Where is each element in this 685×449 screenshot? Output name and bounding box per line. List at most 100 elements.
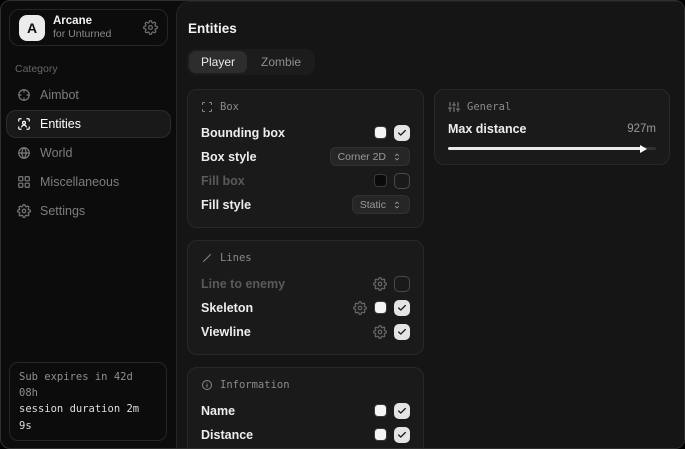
diagonal-line-icon [201, 252, 213, 264]
fill-style-row: Fill style Static [201, 194, 410, 215]
brand-text: Arcane for Unturned [53, 15, 135, 40]
name-checkbox[interactable] [394, 403, 410, 419]
sidebar-item-label: World [40, 146, 72, 160]
chevron-up-down-icon [392, 152, 402, 162]
max-distance-row: Max distance 927m [448, 122, 656, 136]
grid-icon [17, 175, 31, 189]
general-card-header: General [448, 101, 656, 113]
page-title: Entities [188, 21, 670, 36]
max-distance-value: 927m [627, 123, 656, 135]
general-card: General Max distance 927m [434, 89, 670, 165]
distance-row: Distance [201, 424, 410, 445]
globe-icon [17, 146, 31, 160]
lines-card-header: Lines [201, 252, 410, 264]
entity-tabs: Player Zombie [187, 49, 315, 75]
viewline-settings-gear-icon[interactable] [373, 325, 387, 339]
dropdown-value: Static [360, 199, 386, 211]
row-label: Name [201, 404, 235, 418]
sidebar-item-miscellaneous[interactable]: Miscellaneous [6, 168, 171, 196]
viewline-checkbox[interactable] [394, 324, 410, 340]
tab-player[interactable]: Player [189, 51, 247, 73]
name-color-swatch[interactable] [374, 404, 387, 417]
bounding-box-row: Bounding box [201, 122, 410, 143]
viewline-row: Viewline [201, 321, 410, 342]
row-label: Fill box [201, 174, 245, 188]
crosshair-icon [17, 88, 31, 102]
check-icon [397, 303, 407, 313]
bounding-box-checkbox[interactable] [394, 125, 410, 141]
slider-thumb-icon[interactable] [640, 145, 647, 153]
dropdown-value: Corner 2D [338, 151, 386, 163]
line-to-enemy-settings-gear-icon[interactable] [373, 277, 387, 291]
name-row: Name [201, 400, 410, 421]
distance-checkbox[interactable] [394, 427, 410, 443]
gear-icon [17, 204, 31, 218]
app-name: Arcane [53, 15, 135, 28]
skeleton-settings-gear-icon[interactable] [353, 301, 367, 315]
row-label: Viewline [201, 325, 251, 339]
information-card-header: Information [201, 379, 410, 391]
row-label: Line to enemy [201, 277, 285, 291]
slider-track [448, 147, 656, 150]
category-label: Category [15, 63, 176, 75]
box-card-header: Box [201, 101, 410, 113]
fill-box-color-swatch[interactable] [374, 174, 387, 187]
main-panel: Entities Player Zombie Box Bounding box [176, 1, 684, 448]
row-label: Fill style [201, 198, 251, 212]
info-icon [201, 379, 213, 391]
fill-style-dropdown[interactable]: Static [352, 195, 410, 214]
check-icon [397, 327, 407, 337]
app-subtitle: for Unturned [53, 28, 135, 40]
settings-gear-icon[interactable] [143, 20, 158, 35]
lines-card: Lines Line to enemy Skeleton [187, 240, 424, 355]
information-card: Information Name Distance [187, 367, 424, 449]
session-duration-text: session duration 2m 9s [19, 401, 157, 434]
row-label: Distance [201, 428, 253, 442]
check-icon [397, 128, 407, 138]
sidebar-item-aimbot[interactable]: Aimbot [6, 81, 171, 109]
row-label: Box style [201, 150, 257, 164]
chevron-up-down-icon [392, 200, 402, 210]
sidebar: A Arcane for Unturned Category Aimbot En… [1, 1, 176, 448]
row-label: Max distance [448, 122, 527, 136]
box-card: Box Bounding box Box style Corne [187, 89, 424, 228]
brand-card: A Arcane for Unturned [9, 9, 168, 46]
bounding-box-color-swatch[interactable] [374, 126, 387, 139]
max-distance-slider[interactable] [448, 145, 656, 152]
distance-color-swatch[interactable] [374, 428, 387, 441]
sidebar-item-label: Entities [40, 117, 81, 131]
sidebar-item-label: Settings [40, 204, 85, 218]
check-icon [397, 406, 407, 416]
entities-icon [17, 117, 31, 131]
box-style-dropdown[interactable]: Corner 2D [330, 147, 410, 166]
card-title: Lines [220, 252, 252, 264]
sliders-icon [448, 101, 460, 113]
card-title: Box [220, 101, 239, 113]
row-label: Skeleton [201, 301, 253, 315]
skeleton-row: Skeleton [201, 297, 410, 318]
sub-expires-text: Sub expires in 42d 08h [19, 369, 157, 402]
tab-zombie[interactable]: Zombie [249, 51, 313, 73]
check-icon [397, 430, 407, 440]
sidebar-nav: Aimbot Entities World Miscellaneous Sett… [1, 81, 176, 226]
sidebar-item-world[interactable]: World [6, 139, 171, 167]
skeleton-checkbox[interactable] [394, 300, 410, 316]
sidebar-item-label: Aimbot [40, 88, 79, 102]
app-logo: A [19, 15, 45, 41]
line-to-enemy-checkbox[interactable] [394, 276, 410, 292]
slider-fill [448, 147, 641, 150]
sidebar-item-entities[interactable]: Entities [6, 110, 171, 138]
box-corners-icon [201, 101, 213, 113]
box-style-row: Box style Corner 2D [201, 146, 410, 167]
row-label: Bounding box [201, 126, 285, 140]
subscription-info-card: Sub expires in 42d 08h session duration … [9, 362, 167, 441]
sidebar-item-settings[interactable]: Settings [6, 197, 171, 225]
fill-box-row: Fill box [201, 170, 410, 191]
skeleton-color-swatch[interactable] [374, 301, 387, 314]
fill-box-checkbox[interactable] [394, 173, 410, 189]
card-title: General [467, 101, 511, 113]
line-to-enemy-row: Line to enemy [201, 273, 410, 294]
app-window: A Arcane for Unturned Category Aimbot En… [0, 0, 685, 449]
card-title: Information [220, 379, 290, 391]
sidebar-item-label: Miscellaneous [40, 175, 119, 189]
